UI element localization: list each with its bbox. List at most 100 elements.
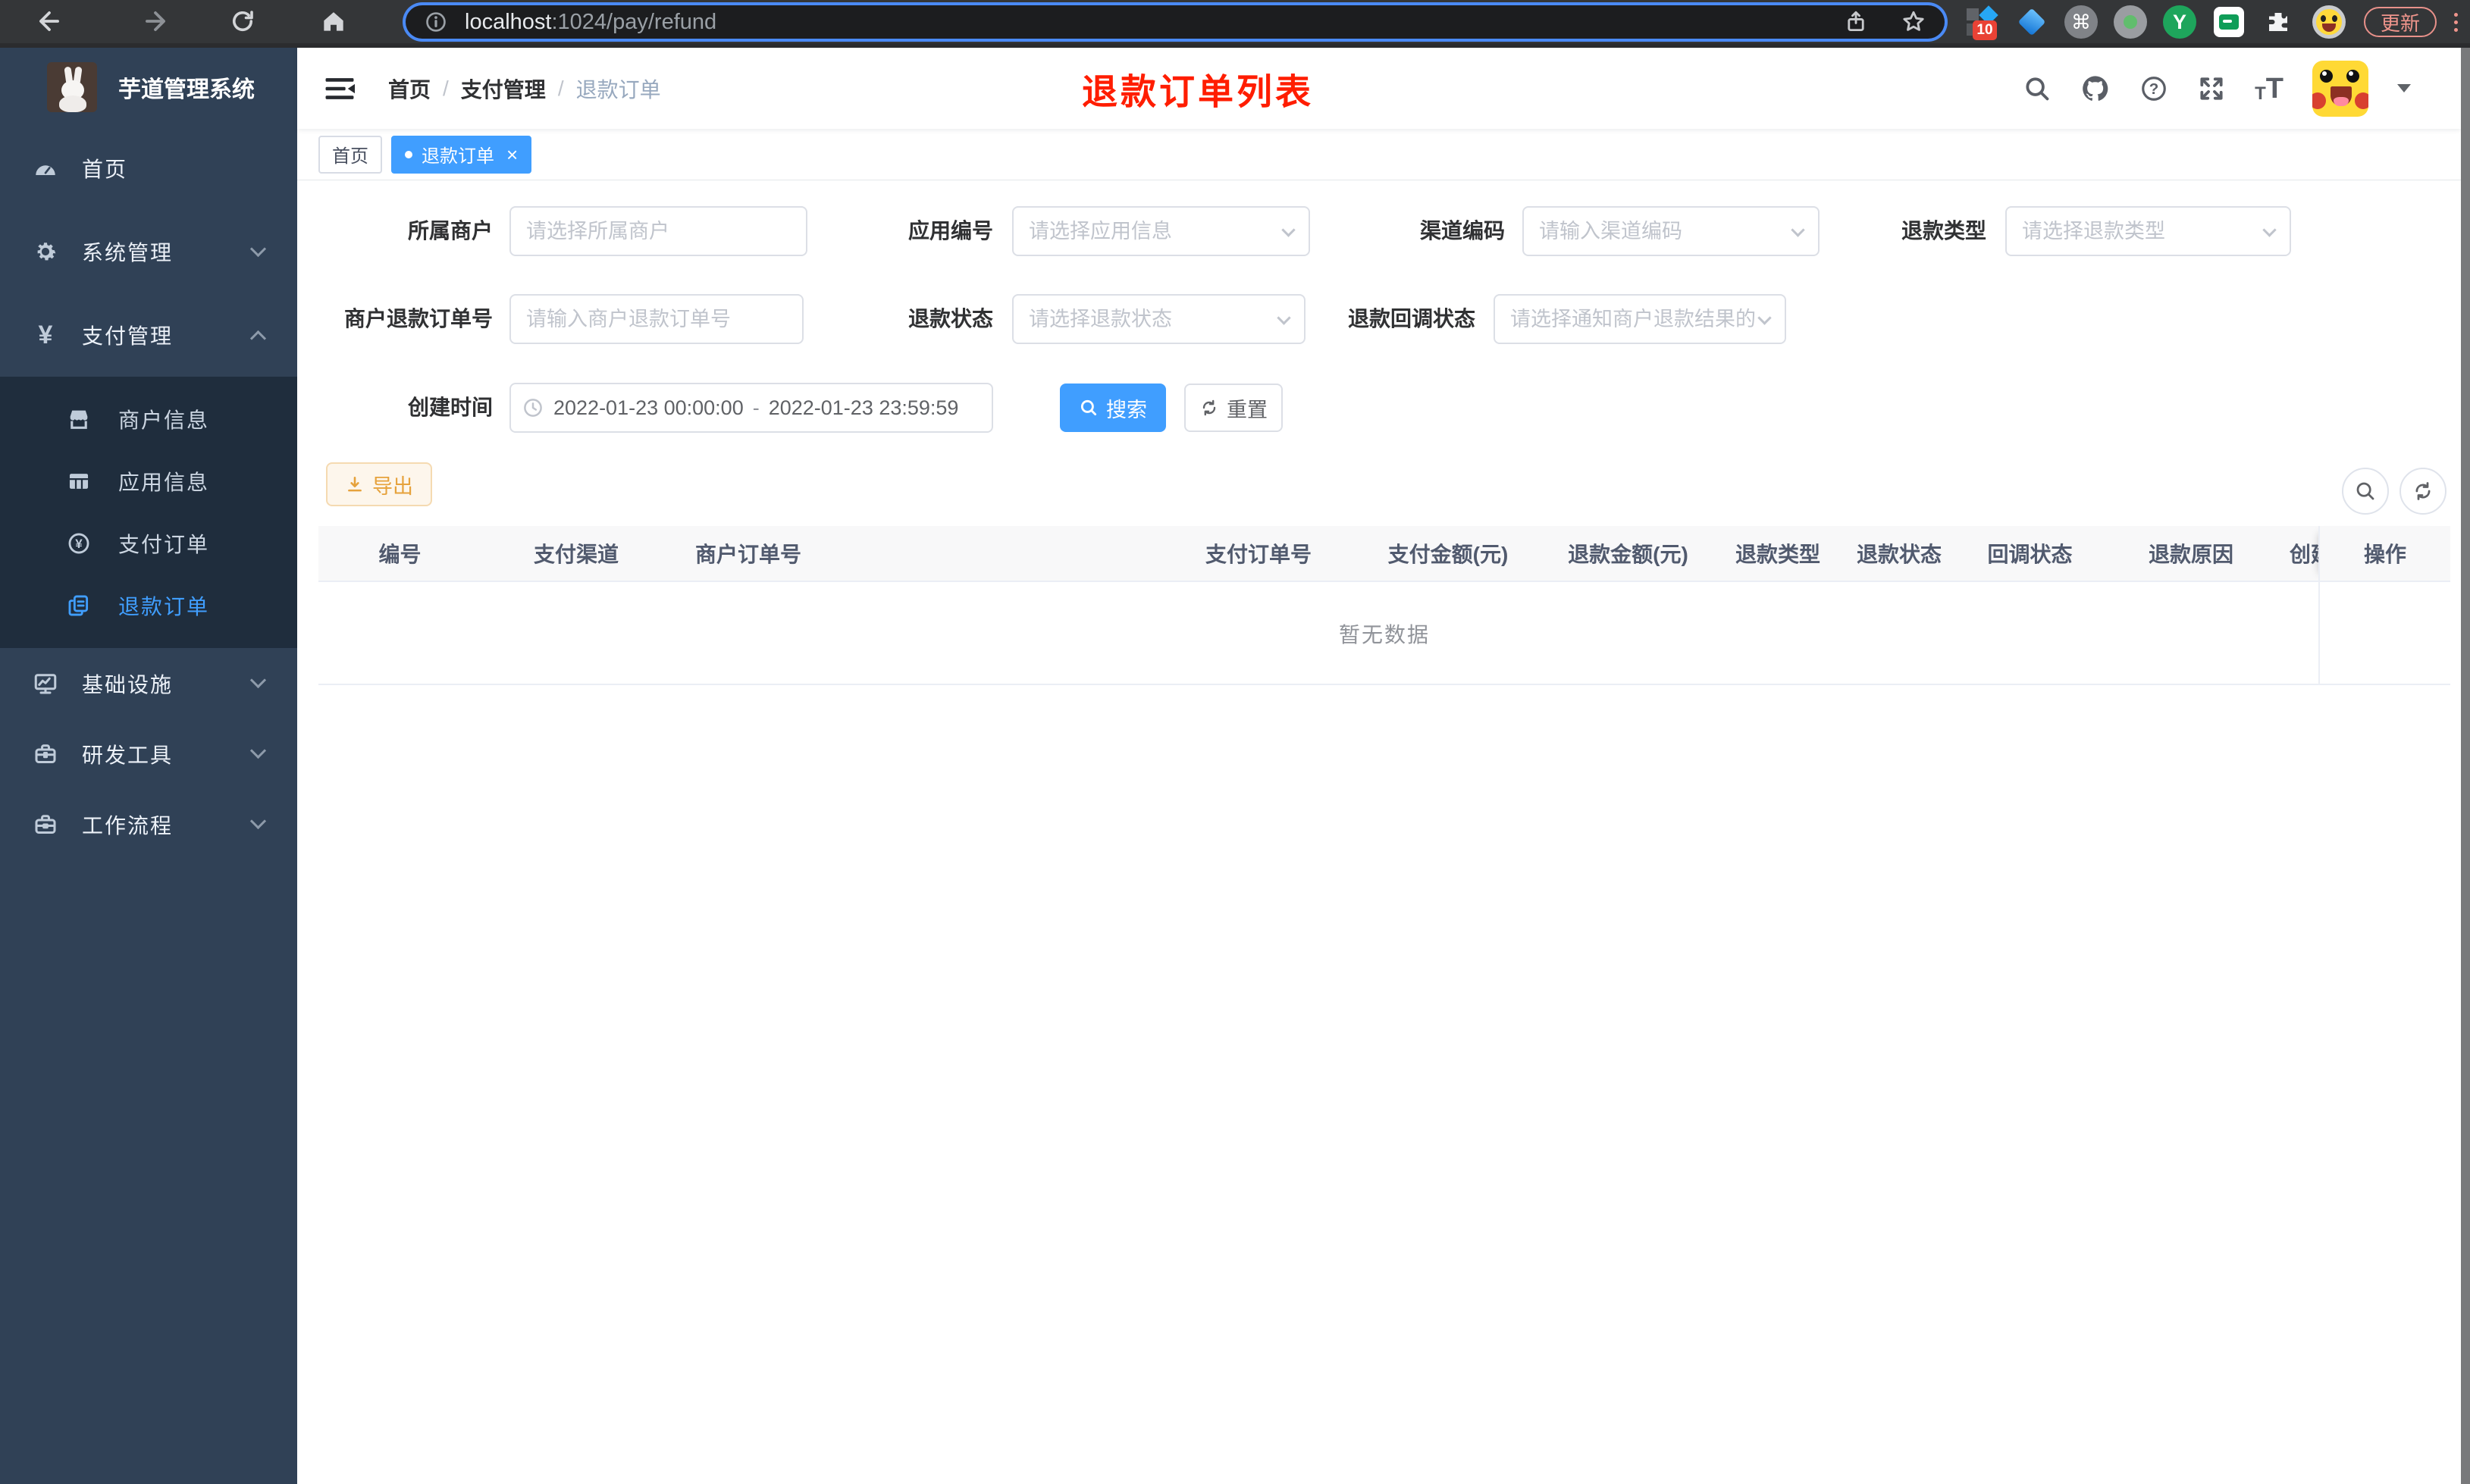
sidebar-item-merchant-info[interactable]: 商户信息 [0, 388, 297, 450]
navbar-actions: ? TT [2023, 48, 2411, 129]
share-icon[interactable] [1843, 9, 1869, 35]
update-button[interactable]: 更新 [2364, 7, 2437, 37]
dashboard-icon [29, 155, 62, 182]
github-icon[interactable] [2080, 74, 2111, 104]
table-empty-text: 暂无数据 [1338, 623, 1430, 647]
breadcrumb-home[interactable]: 首页 [388, 74, 431, 104]
browser-forward-icon[interactable] [140, 6, 171, 36]
chevron-down-icon [249, 672, 267, 689]
select-placeholder: 请输入渠道编码 [1539, 220, 1682, 243]
table-header-row: 编号 支付渠道 商户订单号 支付订单号 支付金额(元) 退款金额(元) 退款类型… [318, 526, 2450, 582]
sidebar-item-system[interactable]: 系统管理 [0, 210, 297, 293]
hamburger-collapse-icon[interactable] [324, 76, 355, 102]
sidebar-item-label: 退款订单 [118, 595, 210, 618]
app-select[interactable]: 请选择应用信息 [1012, 206, 1310, 256]
refresh-icon [2415, 482, 2431, 500]
svg-text:?: ? [2149, 80, 2159, 98]
url-path: :1024/pay/refund [551, 9, 717, 34]
refund-type-select[interactable]: 请选择退款类型 [2005, 206, 2291, 256]
sidebar-item-dev-tools[interactable]: 研发工具 [0, 719, 297, 789]
callback-status-select[interactable]: 请选择通知商户退款结果的 [1494, 294, 1786, 344]
monitor-chart-icon [29, 670, 62, 697]
refresh-table-button[interactable] [2399, 468, 2446, 515]
sidebar-item-refund-order[interactable]: 退款订单 [0, 575, 297, 637]
browser-back-icon[interactable] [34, 6, 64, 36]
filter-label-callback-status: 退款回调状态 [1347, 307, 1475, 330]
extension-y-icon[interactable]: Y [2160, 2, 2199, 42]
channel-select[interactable]: 请输入渠道编码 [1522, 206, 1820, 256]
column-header-refund-status: 退款状态 [1856, 543, 1942, 566]
date-start-value: 2022-01-23 00:00:00 [553, 396, 744, 419]
tag-close-icon[interactable]: × [506, 145, 518, 164]
toggle-search-button[interactable] [2342, 468, 2389, 515]
export-button[interactable]: 导出 [326, 462, 432, 506]
user-avatar[interactable] [2312, 60, 2368, 117]
avatar-caret-down-icon[interactable] [2397, 84, 2411, 92]
sidebar-item-pay-order[interactable]: ¥ 支付订单 [0, 512, 297, 575]
extension-gem-icon[interactable] [2012, 2, 2052, 42]
browser-reload-icon[interactable] [227, 6, 258, 36]
search-button[interactable]: 搜索 [1060, 384, 1166, 432]
tag-home[interactable]: 首页 [318, 135, 382, 174]
sidebar-menu-lower: 基础设施 研发工具 工作流程 [0, 648, 297, 859]
active-dot-icon [405, 150, 412, 158]
sidebar-submenu-payment: 商户信息 应用信息 ¥ 支付订单 退款订单 [0, 377, 297, 648]
breadcrumb-section[interactable]: 支付管理 [461, 74, 546, 104]
sidebar-item-label: 基础设施 [82, 672, 174, 697]
fullscreen-icon[interactable] [2197, 74, 2226, 103]
merchant-input[interactable] [509, 206, 807, 256]
sidebar-item-home[interactable]: 首页 [0, 127, 297, 210]
sidebar-item-workflow[interactable]: 工作流程 [0, 789, 297, 859]
column-header-merchant-order-no: 商户订单号 [695, 543, 802, 566]
create-time-range-picker[interactable]: 2022-01-23 00:00:00 - 2022-01-23 23:59:5… [509, 383, 993, 433]
page-title: 退款订单列表 [1082, 71, 1314, 111]
chevron-down-icon [249, 742, 267, 759]
help-icon[interactable]: ? [2139, 74, 2168, 103]
breadcrumb-separator: / [557, 76, 564, 100]
tag-label: 退款订单 [422, 146, 494, 167]
search-icon[interactable] [2023, 74, 2052, 103]
filter-label-refund-status: 退款状态 [907, 307, 993, 330]
sidebar-item-label: 系统管理 [82, 241, 174, 265]
app-navbar: 首页 / 支付管理 / 退款订单 退款订单列表 ? TT [297, 48, 2461, 129]
sidebar-item-infrastructure[interactable]: 基础设施 [0, 648, 297, 719]
font-size-icon[interactable]: TT [2255, 74, 2283, 103]
extension-record-icon[interactable] [2111, 2, 2150, 42]
date-range-separator: - [752, 396, 760, 419]
gear-icon [29, 238, 62, 265]
extension-pinned-icon[interactable]: 10 [1962, 2, 2001, 42]
sidebar-item-label: 商户信息 [118, 409, 210, 432]
y-glyph: Y [2163, 5, 2196, 39]
column-header-pay-amount: 支付金额(元) [1387, 543, 1509, 566]
chevron-down-icon [249, 240, 267, 257]
sidebar: 芋道管理系统 首页 系统管理 ¥ 支付管理 商户信息 应用信息 ¥ 支付订单 退… [0, 48, 297, 1484]
browser-menu-icon[interactable] [2450, 9, 2461, 35]
tag-label: 首页 [332, 146, 368, 167]
briefcase-icon [29, 811, 62, 838]
bookmark-star-icon[interactable] [1901, 9, 1926, 35]
sidebar-item-label: 研发工具 [82, 743, 174, 767]
command-glyph: ⌘ [2064, 5, 2098, 39]
page-scrollbar[interactable] [2461, 48, 2470, 1484]
filter-label-merchant: 所属商户 [407, 219, 493, 243]
extension-command-icon[interactable]: ⌘ [2061, 2, 2101, 42]
sidebar-item-app-info[interactable]: 应用信息 [0, 450, 297, 512]
refund-status-select[interactable]: 请选择退款状态 [1012, 294, 1306, 344]
search-icon [1080, 399, 1097, 416]
site-info-icon[interactable] [424, 10, 448, 34]
app-logo[interactable]: 芋道管理系统 [0, 48, 297, 127]
tag-refund-order[interactable]: 退款订单 × [391, 135, 532, 174]
browser-home-icon[interactable] [318, 6, 349, 36]
extension-emoji-icon[interactable] [2309, 2, 2349, 42]
merchant-refund-no-input[interactable] [509, 294, 804, 344]
refresh-icon [1202, 399, 1216, 416]
sidebar-item-payment[interactable]: ¥ 支付管理 [0, 293, 297, 377]
date-end-value: 2022-01-23 23:59:59 [768, 396, 959, 419]
yen-icon: ¥ [38, 321, 53, 349]
url-bar[interactable]: localhost:1024/pay/refund [406, 5, 1945, 39]
tags-view-bar: 首页 退款订单 × [297, 129, 2461, 180]
fixed-column-divider [2318, 582, 2320, 685]
extension-chat-icon[interactable] [2209, 2, 2249, 42]
reset-button[interactable]: 重置 [1184, 384, 1283, 432]
extensions-puzzle-icon[interactable] [2258, 2, 2298, 42]
